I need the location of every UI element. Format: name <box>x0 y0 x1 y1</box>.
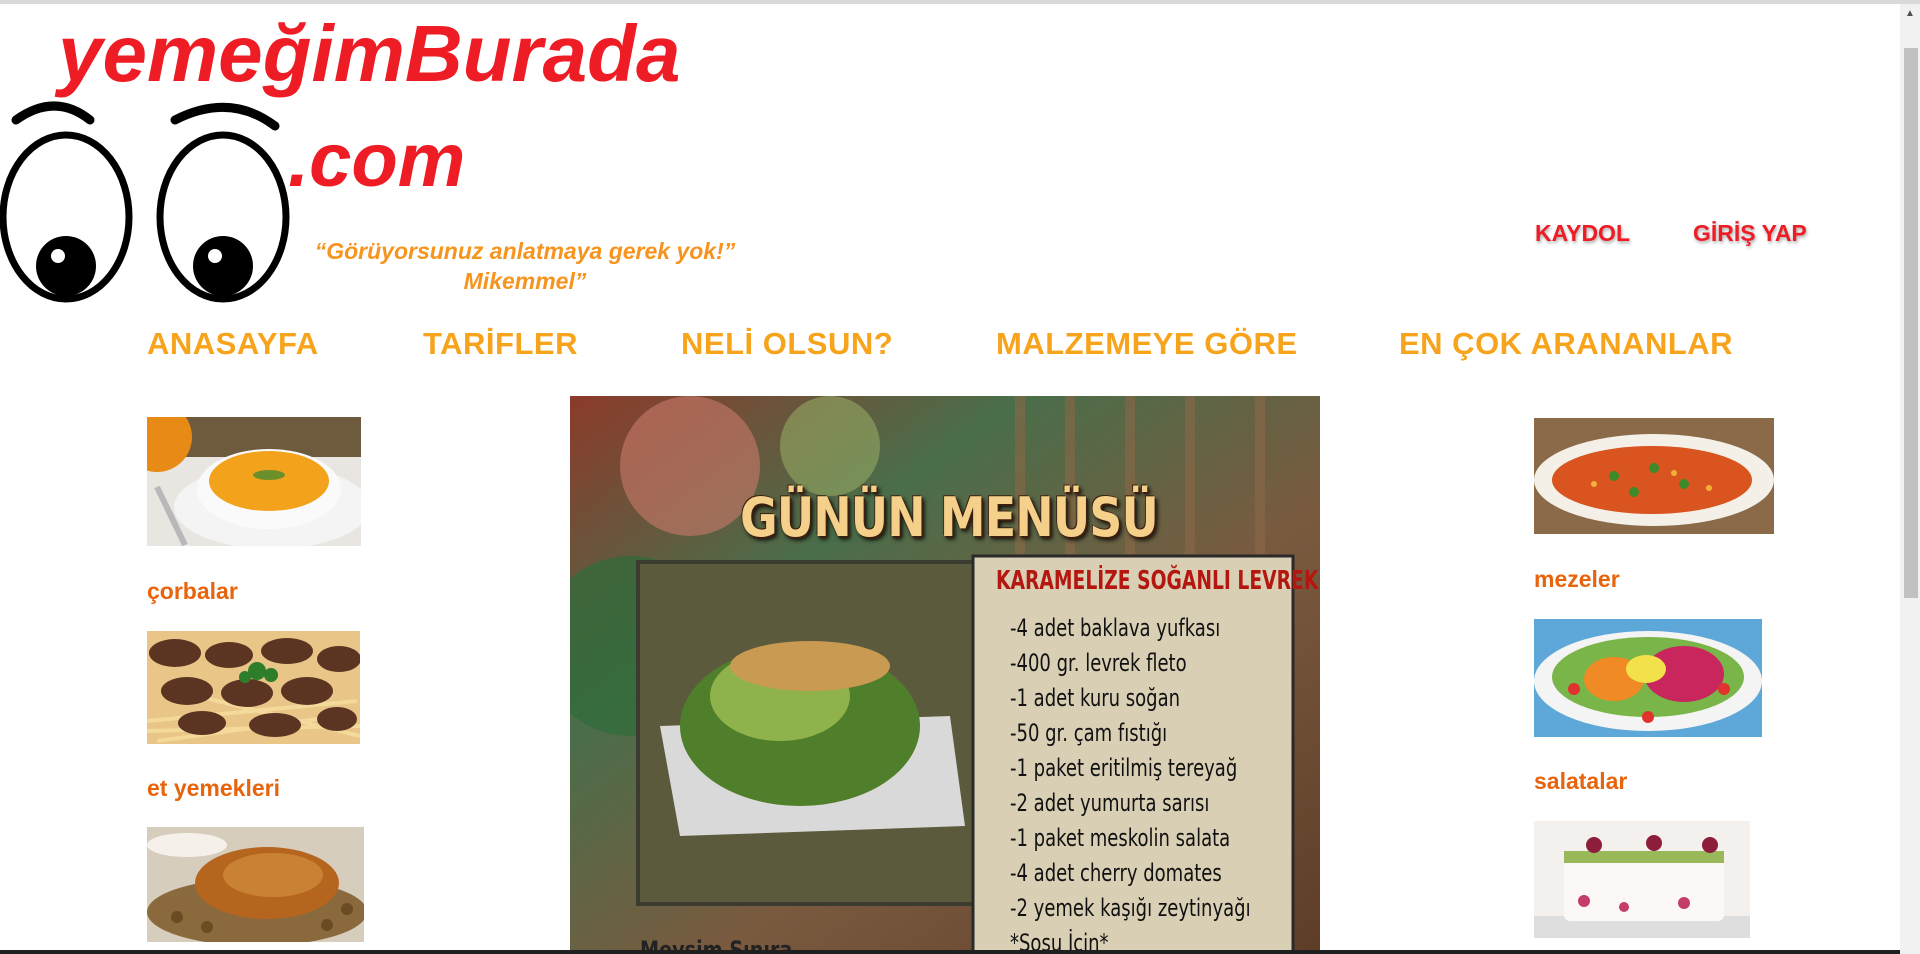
category-link-appetizers[interactable]: mezeler <box>1534 566 1620 593</box>
site-slogan: “Görüyorsunuz anlatmaya gerek yok!” Mike… <box>290 236 760 296</box>
vertical-scrollbar[interactable]: ▲ <box>1900 4 1920 954</box>
slogan-line-2: Mikemmel” <box>463 268 587 294</box>
daily-menu-banner[interactable]: GÜNÜN MENÜSÜ KARAMELİZE SOĞANLI LEVREK -… <box>570 396 1320 954</box>
login-link[interactable]: GİRİŞ YAP <box>1693 220 1807 247</box>
category-link-soups[interactable]: çorbalar <box>147 578 238 605</box>
recipe-title: KARAMELİZE SOĞANLI LEVREK <box>996 566 1319 596</box>
soup-image[interactable] <box>147 417 361 546</box>
dessert-image[interactable] <box>1534 821 1750 938</box>
ingredient-item: -4 adet baklava yufkası <box>1010 614 1221 642</box>
site-logo-domain: .com <box>288 118 466 203</box>
nav-item-most-searched[interactable]: EN ÇOK ARANANLAR <box>1399 326 1733 362</box>
ingredient-item: -4 adet cherry domates <box>1010 859 1222 887</box>
scroll-up-arrow-icon[interactable]: ▲ <box>1900 4 1920 24</box>
category-link-meat-dishes[interactable]: et yemekleri <box>147 775 280 802</box>
roast-chicken-image[interactable] <box>147 827 364 942</box>
category-link-salads[interactable]: salatalar <box>1534 768 1627 795</box>
ingredient-item: -50 gr. çam fıstığı <box>1010 719 1168 747</box>
nav-item-what-to-cook[interactable]: NELİ OLSUN? <box>681 326 893 362</box>
nav-item-home[interactable]: ANASAYFA <box>147 326 319 362</box>
site-logo-text[interactable]: yemeğimBurada <box>58 4 680 104</box>
nav-item-recipes[interactable]: TARİFLER <box>423 326 578 362</box>
ingredient-list: -4 adet baklava yufkası -400 gr. levrek … <box>1010 611 1320 954</box>
ingredient-item: -400 gr. levrek fleto <box>1010 649 1187 677</box>
meze-image[interactable] <box>1534 418 1774 534</box>
ingredient-item: -1 paket eritilmiş tereyağ <box>1010 754 1238 782</box>
ingredient-item: -2 yemek kaşığı zeytinyağı <box>1010 894 1251 922</box>
signup-link[interactable]: KAYDOL <box>1535 220 1630 247</box>
slogan-line-1: “Görüyorsunuz anlatmaya gerek yok!” <box>314 238 736 264</box>
nav-item-by-ingredient[interactable]: MALZEMEYE GÖRE <box>996 326 1298 362</box>
salad-image[interactable] <box>1534 619 1762 737</box>
ingredient-item: -1 adet kuru soğan <box>1010 684 1181 712</box>
scrollbar-thumb[interactable] <box>1904 48 1918 598</box>
window-bottom-border <box>0 950 1900 954</box>
meatball-image[interactable] <box>147 631 360 744</box>
ingredient-item: -2 adet yumurta sarısı <box>1010 789 1210 817</box>
daily-menu-title: GÜNÜN MENÜSÜ <box>740 486 1159 549</box>
ingredient-item: -1 paket meskolin salata <box>1010 824 1231 852</box>
logo-eyes-icon <box>0 101 290 303</box>
